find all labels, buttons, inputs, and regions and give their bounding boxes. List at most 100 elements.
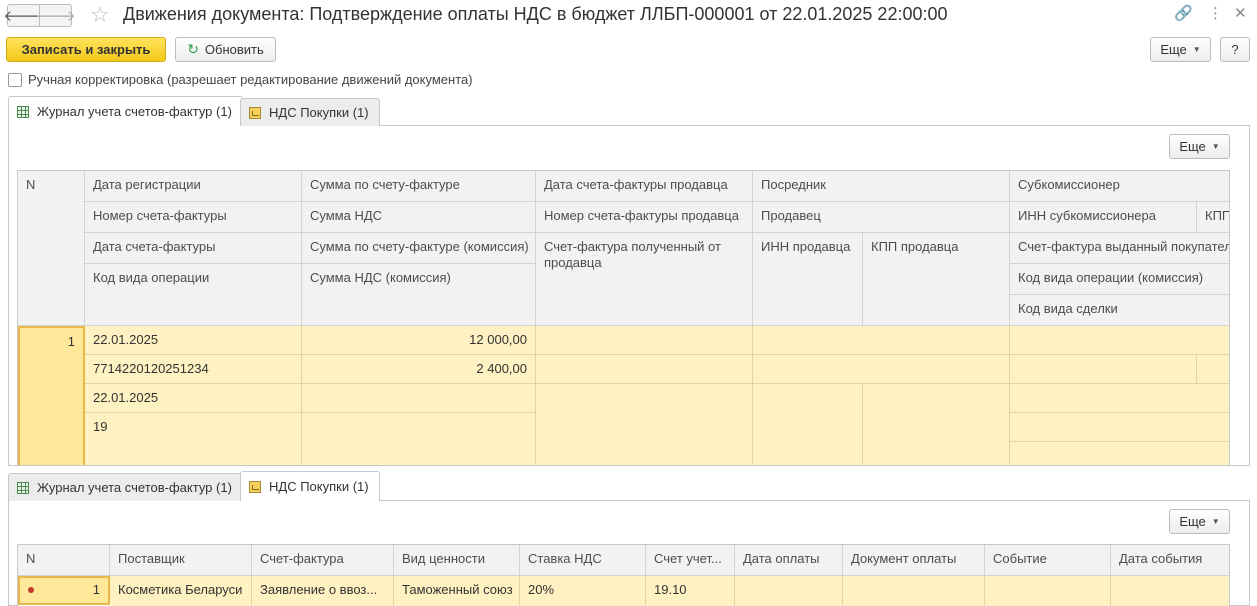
col-invoice-issued[interactable]: Счет-фактура выданный покупателю: [1010, 233, 1229, 264]
cell-invoice-sum[interactable]: 12 000,00: [302, 326, 536, 355]
col-n[interactable]: N: [18, 545, 110, 576]
journal-more-label: Еще: [1179, 139, 1206, 154]
cell-seller-kpp[interactable]: [863, 384, 1010, 465]
arrow-right-icon: 🡒: [35, 8, 76, 25]
cell-vat-sum-comm[interactable]: [302, 413, 536, 465]
cell-event-date[interactable]: [1111, 576, 1229, 606]
purchases-more-button[interactable]: Еще ▼: [1169, 509, 1230, 534]
cell-vat-rate[interactable]: 20%: [520, 576, 646, 606]
tab-journal[interactable]: Журнал учета счетов-фактур (1): [8, 96, 243, 126]
cell-op-code-comm[interactable]: [1010, 413, 1229, 442]
link-icon[interactable]: 🔗: [1174, 4, 1193, 22]
cell-subcomm-inn[interactable]: [1010, 355, 1197, 384]
journal-table[interactable]: N Дата регистрации Номер счета-фактуры Д…: [17, 170, 1230, 466]
title-bar: 🡐 🡒 ☆ Движения документа: Подтверждение …: [0, 0, 1257, 32]
cell-supplier[interactable]: Косметика Беларуси: [110, 576, 252, 606]
tab-vat-purchases[interactable]: НДС Покупки (1): [240, 98, 380, 126]
cell-value-type[interactable]: Таможенный союз: [394, 576, 520, 606]
window-title: Движения документа: Подтверждение оплаты…: [123, 4, 948, 24]
cell-invoice-sum-comm[interactable]: [302, 384, 536, 413]
cell-seller-invoice-date[interactable]: [536, 326, 753, 355]
cell-invoice[interactable]: Заявление о ввоз...: [252, 576, 394, 606]
col-vat-rate[interactable]: Ставка НДС: [520, 545, 646, 576]
cell-intermediary[interactable]: [753, 326, 1010, 355]
purchases-table[interactable]: N Поставщик Счет-фактура Вид ценности Ст…: [17, 544, 1230, 606]
cell-invoice-date[interactable]: 22.01.2025: [85, 384, 302, 413]
col-seller-kpp[interactable]: КПП продавца: [863, 233, 1010, 326]
journal-more-button[interactable]: Еще ▼: [1169, 134, 1230, 159]
col-vat-sum[interactable]: Сумма НДС: [302, 202, 536, 233]
col-value-type[interactable]: Вид ценности: [394, 545, 520, 576]
tab-journal-2-label: Журнал учета счетов-фактур (1): [37, 480, 232, 495]
col-seller-invoice-number[interactable]: Номер счета-фактуры продавца: [536, 202, 753, 233]
manual-edit-checkbox[interactable]: [8, 73, 22, 87]
close-icon[interactable]: ✕: [1234, 4, 1247, 22]
col-pay-date[interactable]: Дата оплаты: [735, 545, 843, 576]
col-invoice-sum[interactable]: Сумма по счету-фактуре: [302, 171, 536, 202]
tab-vat-purchases-2-label: НДС Покупки (1): [269, 479, 369, 494]
cell-event[interactable]: [985, 576, 1111, 606]
row-number-value: 1: [92, 582, 100, 597]
col-n[interactable]: N: [18, 171, 85, 326]
cell-seller[interactable]: [753, 355, 1010, 384]
cell-invoice-number[interactable]: 7714220120251234: [85, 355, 302, 384]
col-reg-date[interactable]: Дата регистрации: [85, 171, 302, 202]
cell-invoice-received[interactable]: [536, 384, 753, 465]
cell-invoice-issued[interactable]: [1010, 384, 1229, 413]
refresh-icon: ↻: [187, 41, 199, 57]
col-subcomm-kpp[interactable]: КПП: [1197, 202, 1229, 233]
col-invoice-date[interactable]: Дата счета-фактуры: [85, 233, 302, 264]
col-invoice-sum-comm[interactable]: Сумма по счету-фактуре (комиссия): [302, 233, 536, 264]
caret-down-icon: ▼: [1211, 142, 1220, 151]
cell-deal-code[interactable]: [1010, 442, 1229, 465]
cell-vat-sum[interactable]: 2 400,00: [302, 355, 536, 384]
tab-vat-purchases-label: НДС Покупки (1): [269, 105, 369, 120]
col-seller-invoice-date[interactable]: Дата счета-фактуры продавца: [536, 171, 753, 202]
row-number[interactable]: 1: [18, 326, 85, 465]
cell-pay-doc[interactable]: [843, 576, 985, 606]
col-deal-code[interactable]: Код вида сделки: [1010, 295, 1229, 326]
row-number[interactable]: 1: [18, 576, 110, 605]
refresh-button[interactable]: ↻ Обновить: [175, 37, 276, 62]
col-vat-sum-comm[interactable]: Сумма НДС (комиссия): [302, 264, 536, 326]
register-icon: [249, 106, 261, 119]
favorite-star-icon[interactable]: ☆: [90, 2, 110, 28]
cell-op-code[interactable]: 19: [85, 413, 302, 465]
save-and-close-button[interactable]: Записать и закрыть: [6, 37, 166, 62]
col-supplier[interactable]: Поставщик: [110, 545, 252, 576]
col-op-code-comm[interactable]: Код вида операции (комиссия): [1010, 264, 1229, 295]
col-account[interactable]: Счет учет...: [646, 545, 735, 576]
grid-icon: [17, 481, 29, 494]
tab-vat-purchases-2[interactable]: НДС Покупки (1): [240, 471, 380, 501]
caret-down-icon: ▼: [1192, 45, 1201, 54]
more-menu-icon[interactable]: ⋮: [1208, 4, 1223, 22]
tab-journal-2[interactable]: Журнал учета счетов-фактур (1): [8, 473, 243, 501]
cell-subcommissioner[interactable]: [1010, 326, 1229, 355]
col-invoice-number[interactable]: Номер счета-фактуры: [85, 202, 302, 233]
refresh-label: Обновить: [204, 42, 264, 57]
col-pay-doc[interactable]: Документ оплаты: [843, 545, 985, 576]
col-subcomm-inn[interactable]: ИНН субкомиссионера: [1010, 202, 1197, 233]
grid-icon: [17, 105, 29, 118]
col-event-date[interactable]: Дата события: [1111, 545, 1229, 576]
more-label: Еще: [1160, 42, 1187, 57]
col-invoice-received[interactable]: Счет-фактура полученный от продавца: [536, 233, 753, 326]
cell-subcomm-kpp[interactable]: [1197, 355, 1229, 384]
col-seller-inn[interactable]: ИНН продавца: [753, 233, 863, 326]
col-intermediary[interactable]: Посредник: [753, 171, 1010, 202]
cell-seller-invoice-number[interactable]: [536, 355, 753, 384]
col-op-code[interactable]: Код вида операции: [85, 264, 302, 326]
tab-journal-label: Журнал учета счетов-фактур (1): [37, 104, 232, 119]
col-subcommissioner[interactable]: Субкомиссионер: [1010, 171, 1229, 202]
cell-pay-date[interactable]: [735, 576, 843, 606]
cell-seller-inn[interactable]: [753, 384, 863, 465]
col-event[interactable]: Событие: [985, 545, 1111, 576]
manual-edit-label: Ручная корректировка (разрешает редактир…: [28, 72, 473, 87]
cell-account[interactable]: 19.10: [646, 576, 735, 606]
col-invoice[interactable]: Счет-фактура: [252, 545, 394, 576]
more-button[interactable]: Еще ▼: [1150, 37, 1211, 62]
forward-button[interactable]: 🡒: [35, 4, 76, 27]
col-seller[interactable]: Продавец: [753, 202, 1010, 233]
help-button[interactable]: ?: [1220, 37, 1250, 62]
cell-reg-date[interactable]: 22.01.2025: [85, 326, 302, 355]
